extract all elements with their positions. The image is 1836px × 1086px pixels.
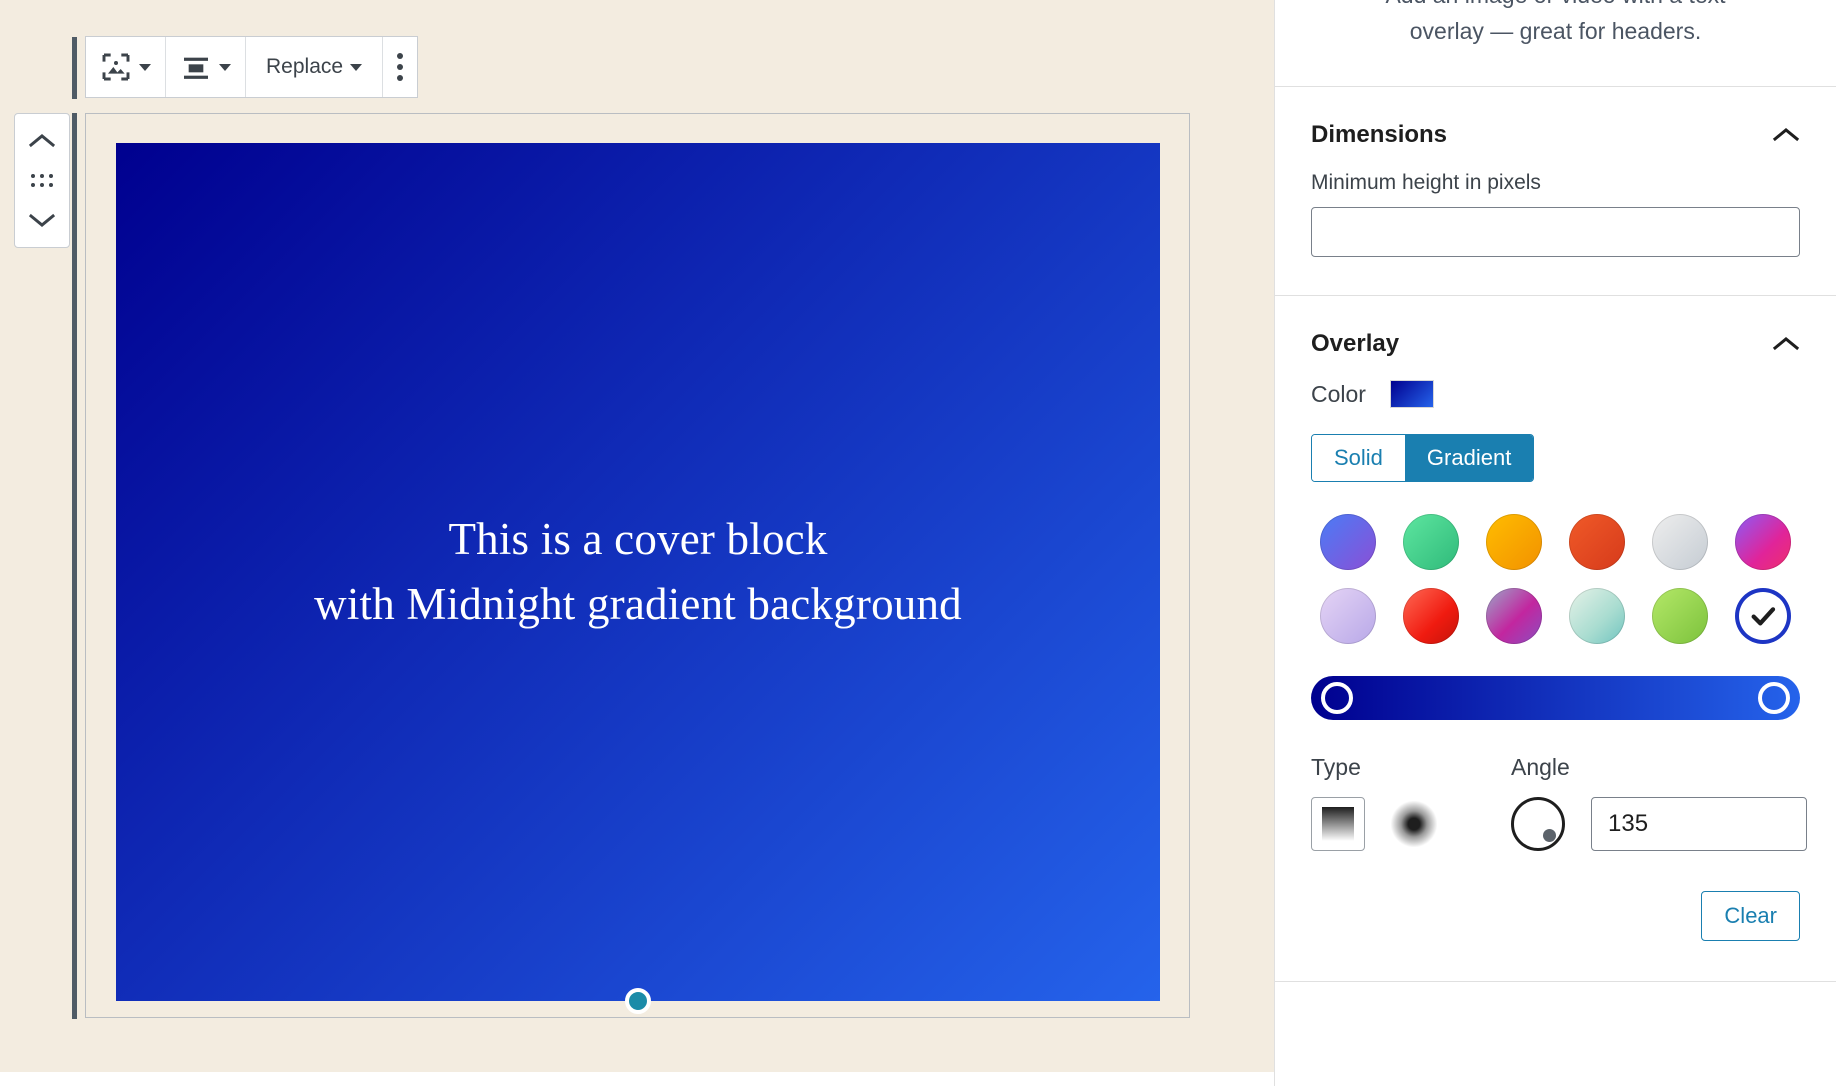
overlay-color-swatch[interactable] — [1390, 380, 1434, 408]
block-type-button[interactable] — [92, 43, 159, 91]
drag-handle[interactable] — [19, 164, 65, 198]
gradient-angle-label: Angle — [1511, 754, 1807, 781]
block-type-group — [86, 37, 166, 97]
swatch-cell — [1311, 514, 1384, 570]
clear-button[interactable]: Clear — [1701, 891, 1800, 941]
tab-gradient[interactable]: Gradient — [1405, 435, 1533, 481]
angle-input[interactable] — [1591, 797, 1807, 851]
replace-group: Replace — [246, 37, 383, 97]
cover-text-line1[interactable]: This is a cover block — [448, 507, 827, 572]
cover-block[interactable]: This is a cover block with Midnight grad… — [116, 143, 1160, 1001]
cover-text-line2[interactable]: with Midnight gradient background — [314, 572, 962, 637]
replace-label: Replace — [266, 55, 343, 79]
overlay-color-type-tabs: Solid Gradient — [1311, 434, 1534, 482]
overlay-color-label: Color — [1311, 381, 1366, 408]
gradient-swatch-luminous-vivid-amber-to-luminous-vivid-orange[interactable] — [1486, 514, 1542, 570]
cover-resize-handle[interactable] — [625, 988, 651, 1014]
overlay-panel-body: Color Solid Gradient Type — [1275, 380, 1836, 981]
gradient-swatch-blush-bordeaux[interactable] — [1403, 588, 1459, 644]
gradient-swatch-midnight[interactable] — [1735, 588, 1791, 644]
options-button[interactable] — [389, 43, 411, 91]
chevron-up-icon — [29, 133, 55, 149]
gradient-swatch-purple-crush[interactable] — [1486, 588, 1542, 644]
canvas-bottom-strip — [0, 1072, 1274, 1086]
check-icon — [1747, 600, 1779, 632]
dimensions-panel-body: Minimum height in pixels — [1275, 171, 1836, 295]
angle-dial-control[interactable] — [1511, 797, 1565, 851]
dimensions-panel-header[interactable]: Dimensions — [1275, 87, 1836, 171]
block-description: Add an image or video with a text overla… — [1275, 0, 1836, 86]
linear-gradient-icon — [1322, 807, 1354, 841]
overlay-clear-row: Clear — [1311, 891, 1800, 981]
swatch-cell — [1394, 514, 1467, 570]
drag-dots-icon — [31, 174, 54, 188]
swatch-cell — [1477, 588, 1550, 644]
gradient-swatch-light-green-cyan-to-vivid-green-cyan[interactable] — [1403, 514, 1459, 570]
block-mover-toolbar — [14, 113, 70, 248]
gradient-swatch-vivid-cyan-blue-to-vivid-purple[interactable] — [1320, 514, 1376, 570]
swatch-cell — [1311, 588, 1384, 644]
move-down-button[interactable] — [19, 203, 65, 237]
gradient-type-group: Type — [1311, 754, 1437, 851]
gradient-type-label: Type — [1311, 754, 1437, 781]
alignment-group — [166, 37, 246, 97]
overlay-collapse-chevron-up-icon[interactable] — [1772, 335, 1800, 353]
dimensions-collapse-chevron-up-icon[interactable] — [1772, 126, 1800, 144]
swatch-cell — [1477, 514, 1550, 570]
angle-dial-knob-icon — [1543, 829, 1556, 842]
block-description-line1: Add an image or video with a text — [1275, 0, 1836, 14]
options-group — [383, 37, 417, 97]
cover-block-frame: This is a cover block with Midnight grad… — [85, 113, 1190, 1018]
align-center-icon — [180, 51, 212, 83]
overlay-color-row: Color — [1311, 380, 1800, 434]
gradient-swatch-grid — [1311, 514, 1800, 644]
block-toolbar: Replace — [85, 36, 418, 98]
kebab-menu-icon — [397, 53, 403, 81]
swatch-cell — [1727, 588, 1800, 644]
gradient-stop-handle-1[interactable] — [1758, 682, 1790, 714]
swatch-cell — [1560, 514, 1633, 570]
gradient-stop-slider[interactable] — [1311, 676, 1800, 720]
gradient-type-angle-row: Type Angle — [1311, 754, 1800, 851]
dimensions-panel-title: Dimensions — [1311, 121, 1447, 149]
min-height-input[interactable] — [1311, 207, 1800, 257]
gradient-swatch-electric-grass[interactable] — [1652, 588, 1708, 644]
swatch-cell — [1644, 514, 1717, 570]
replace-button[interactable]: Replace — [252, 43, 376, 91]
min-height-label: Minimum height in pixels — [1311, 171, 1800, 195]
gradient-stop-handle-0[interactable] — [1321, 682, 1353, 714]
move-up-button[interactable] — [19, 124, 65, 158]
overlay-panel-title: Overlay — [1311, 330, 1399, 358]
gradient-swatch-luminous-vivid-orange-to-vivid-red[interactable] — [1569, 514, 1625, 570]
block-type-caret-icon — [139, 64, 151, 71]
chevron-down-icon — [29, 212, 55, 228]
block-description-line2: overlay — great for headers. — [1275, 14, 1836, 50]
swatch-cell — [1727, 514, 1800, 570]
alignment-caret-icon — [219, 64, 231, 71]
overlay-panel-header[interactable]: Overlay — [1275, 296, 1836, 380]
editor-canvas: Replace This is a cover block with Midni… — [0, 0, 1274, 1086]
gradient-swatch-pale-ocean[interactable] — [1569, 588, 1625, 644]
alignment-button[interactable] — [172, 43, 239, 91]
gradient-swatch-very-light-gray-to-cyan-bluish-gray[interactable] — [1652, 514, 1708, 570]
block-settings-sidebar: Add an image or video with a text overla… — [1274, 0, 1836, 1086]
gradient-swatch-blush-light-purple[interactable] — [1320, 588, 1376, 644]
divider-3 — [1275, 981, 1836, 982]
swatch-cell — [1644, 588, 1717, 644]
editor-screen: Replace This is a cover block with Midni… — [0, 0, 1836, 1086]
gradient-swatch-cool-to-warm-spectrum[interactable] — [1735, 514, 1791, 570]
gradient-type-linear-button[interactable] — [1311, 797, 1365, 851]
image-block-icon — [100, 51, 132, 83]
gradient-type-radial-button[interactable] — [1391, 801, 1437, 847]
tab-solid[interactable]: Solid — [1312, 435, 1405, 481]
replace-caret-icon — [350, 64, 362, 71]
gradient-angle-group: Angle — [1511, 754, 1807, 851]
swatch-cell — [1560, 588, 1633, 644]
swatch-cell — [1394, 588, 1467, 644]
